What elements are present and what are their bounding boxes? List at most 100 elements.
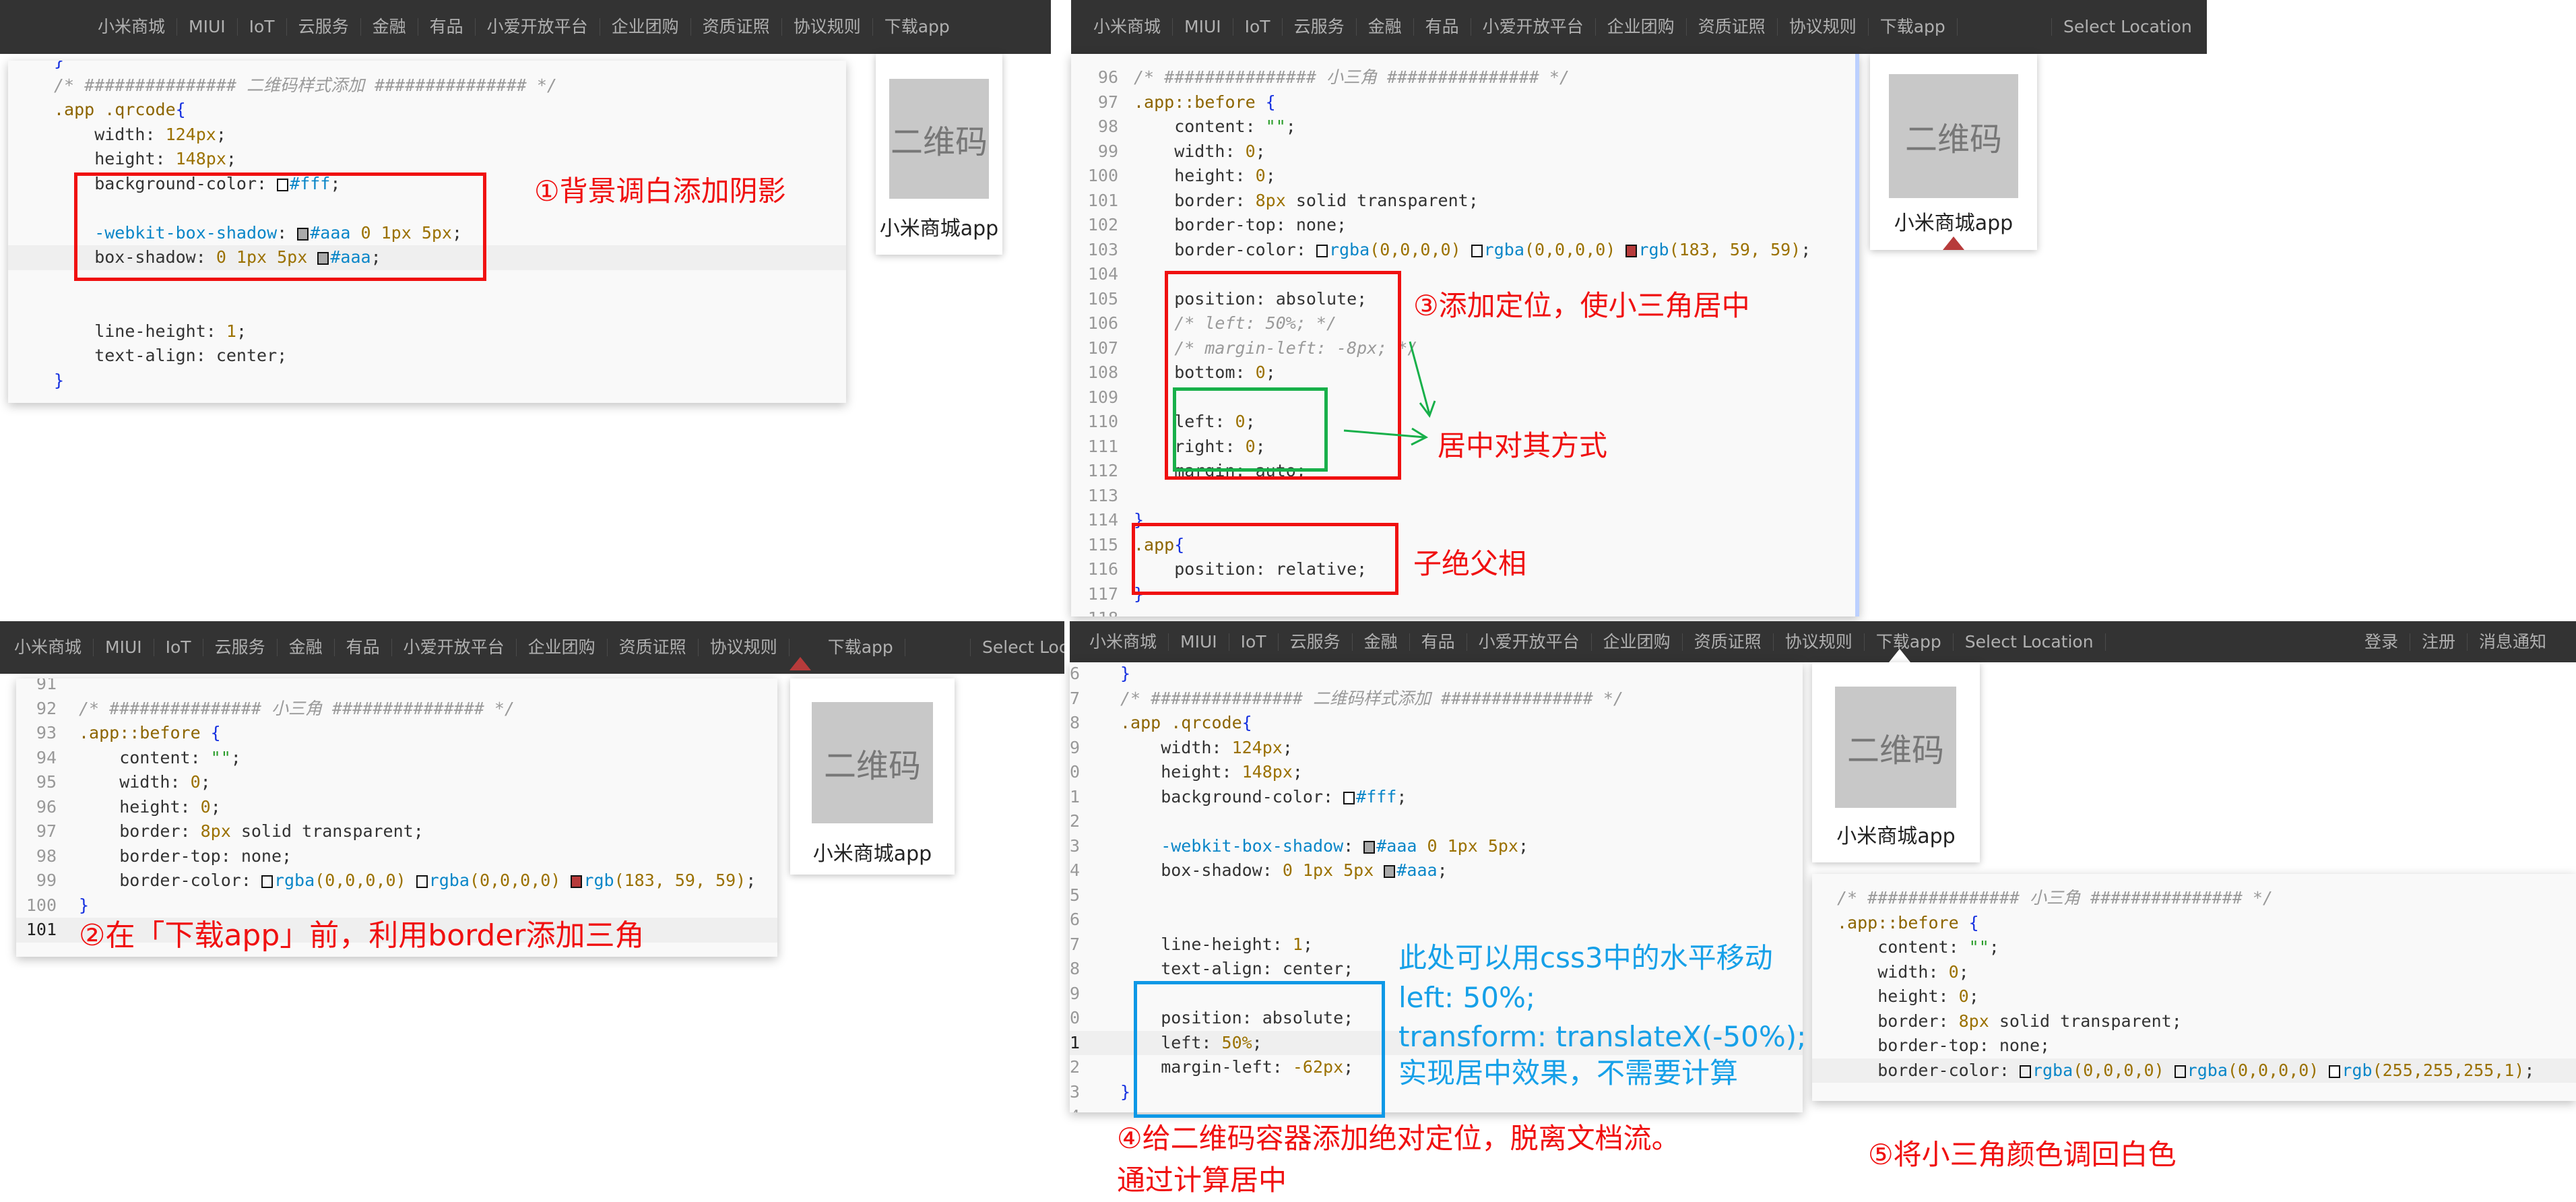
code-line: 96 height: 0; — [16, 795, 777, 820]
nav-item[interactable]: 协议规则 — [1774, 633, 1865, 651]
code-token: border-color: — [1837, 1060, 2020, 1080]
nav-item[interactable]: MIUI — [1169, 633, 1229, 651]
code-text: .app::before { — [1837, 911, 1979, 936]
nav-user-link[interactable]: 消息通知 — [2468, 633, 2558, 651]
nav-item[interactable]: 有品 — [1410, 633, 1467, 651]
nav-item[interactable]: 下载app — [1865, 633, 1954, 651]
code-line: border-color: rgba(0,0,0,0) rgba(0,0,0,0… — [1812, 1058, 2576, 1083]
code-token: } — [1120, 1081, 1131, 1102]
nav-item[interactable]: 小米商城 — [3, 639, 94, 656]
code-token: height: — [1120, 762, 1242, 782]
line-number: 8 — [1070, 959, 1081, 978]
code-text: .app .qrcode{ — [1120, 711, 1252, 736]
nav-item[interactable]: 资质证照 — [1683, 633, 1774, 651]
code-token: ; — [1958, 961, 1969, 982]
code-token: ; — [1989, 937, 1999, 957]
top-nav-3: 小米商城 MIUI IoT 云服务 金融 有品 小爱开放平台 企业团购 资质证照 协议规则 下载ap… — [0, 621, 1064, 674]
nav-item[interactable]: 云服务 — [1279, 633, 1353, 651]
nav-item[interactable]: 企业团购 — [517, 639, 608, 656]
code-token: ; — [200, 772, 211, 792]
nav-item[interactable]: 协议规则 — [699, 639, 790, 656]
nav-user-link[interactable]: 注册 — [2410, 633, 2468, 651]
code-token: 1 — [1292, 934, 1303, 954]
code-token: ; — [1968, 986, 1979, 1006]
code-text: background-color: #fff; — [1120, 785, 1407, 810]
code-line: /* ############### 小三角 ############### *… — [1812, 886, 2576, 911]
select-location-link[interactable]: Select Location — [1954, 633, 2106, 651]
code-text: border-color: rgba(0,0,0,0) rgba(0,0,0,0… — [1837, 1058, 2534, 1083]
nav-item[interactable]: 小爱开放平台 — [1467, 633, 1592, 651]
code-token: { — [1242, 713, 1252, 732]
code-token: (255,255,255,1) — [2372, 1060, 2525, 1080]
nav-item[interactable]: 金融 — [1353, 633, 1410, 651]
line-number: 0 — [1070, 1008, 1081, 1027]
code-line: border: 8px solid transparent; — [1812, 1009, 2576, 1034]
arrow-line-2 — [1343, 429, 1425, 439]
code-token: "" — [210, 747, 231, 767]
code-line: 6} — [1070, 662, 1803, 687]
code-line: border-top: none; — [1812, 1034, 2576, 1058]
code-token: 124px — [1231, 737, 1283, 757]
code-token: border-top: none; — [1837, 1036, 2051, 1055]
code-line: 2 — [1070, 809, 1803, 834]
nav-item[interactable]: 资质证照 — [608, 639, 699, 656]
code-line: width: 0; — [1812, 960, 2576, 985]
line-number: 98 — [36, 846, 57, 866]
code-token: width: — [1837, 961, 1949, 982]
annotation-step5: ⑤将小三角颜色调回白色 — [1868, 1138, 2177, 1171]
nav-item[interactable]: 小爱开放平台 — [392, 639, 517, 656]
code-text: text-align: center; — [1120, 957, 1353, 982]
nav-item[interactable]: 云服务 — [203, 639, 278, 656]
line-number: 9 — [1070, 737, 1081, 757]
qr-label: 小米商城app — [812, 842, 932, 866]
qr-card-4: 二维码 小米商城app — [1812, 662, 1980, 862]
code-editor-5[interactable]: /* ############### 小三角 ############### *… — [1812, 874, 2576, 1101]
nav-item[interactable]: 金融 — [278, 639, 335, 656]
code-token: #fff — [1356, 786, 1397, 806]
color-swatch-icon — [261, 875, 273, 888]
line-number: 7 — [1070, 934, 1081, 954]
nav-item[interactable]: 企业团购 — [1592, 633, 1683, 651]
code-token: content: — [1837, 937, 1969, 957]
code-text: width: 124px; — [1120, 736, 1293, 761]
code-line: 5 — [1070, 883, 1803, 908]
code-line: height: 0; — [1812, 984, 2576, 1009]
code-token: height: — [1837, 986, 1959, 1006]
code-line: 9 width: 124px; — [1070, 736, 1803, 761]
code-token: /* ############### 二维码样式添加 #############… — [1120, 688, 1623, 708]
line-number: 96 — [36, 796, 57, 817]
code-token: { — [1968, 912, 1979, 932]
nav-user-link[interactable]: 登录 — [2353, 633, 2411, 651]
nav-item[interactable]: MIUI — [94, 639, 154, 656]
code-token: 8px — [200, 821, 231, 841]
nav-item[interactable]: IoT — [1229, 633, 1279, 651]
color-swatch-icon — [1384, 865, 1396, 878]
line-number: 9 — [1070, 983, 1081, 1003]
annotation-center-method: 居中对其方式 — [1438, 429, 1608, 462]
code-line: 3 -webkit-box-shadow: #aaa 0 1px 5px; — [1070, 834, 1803, 859]
nav-item[interactable]: 小米商城 — [1078, 633, 1169, 651]
code-token: ; — [1292, 762, 1303, 782]
annotation-step4-cont: 通过计算居中 — [1117, 1164, 1287, 1197]
code-line: 4 box-shadow: 0 1px 5px #aaa; — [1070, 858, 1803, 883]
code-token: rgb — [583, 871, 614, 890]
line-number: 6 — [1070, 664, 1081, 683]
line-number: 4 — [1070, 1104, 1080, 1112]
code-line: .app::before { — [1812, 911, 2576, 936]
code-line: 97 border: 8px solid transparent; — [16, 819, 777, 844]
tip-line: 此处可以用css3中的水平移动 — [1398, 941, 1773, 974]
line-number: 95 — [36, 772, 57, 792]
code-line: 95 width: 0; — [16, 770, 777, 795]
code-token: rgba — [2032, 1060, 2073, 1080]
code-text: height: 0; — [1837, 984, 1979, 1009]
line-number: 2 — [1070, 1057, 1081, 1077]
line-number: 99 — [36, 871, 57, 890]
line-number: 93 — [36, 723, 57, 742]
code-text: /* ############### 小三角 ############### *… — [1837, 886, 2273, 911]
nav-item[interactable]: 下载app — [816, 639, 905, 656]
select-location-link[interactable]: Select Location — [970, 639, 1064, 656]
code-text: width: 0; — [79, 770, 211, 795]
nav-item[interactable]: 有品 — [335, 639, 392, 656]
code-text: width: 0; — [1837, 960, 1969, 985]
nav-item[interactable]: IoT — [154, 639, 203, 656]
